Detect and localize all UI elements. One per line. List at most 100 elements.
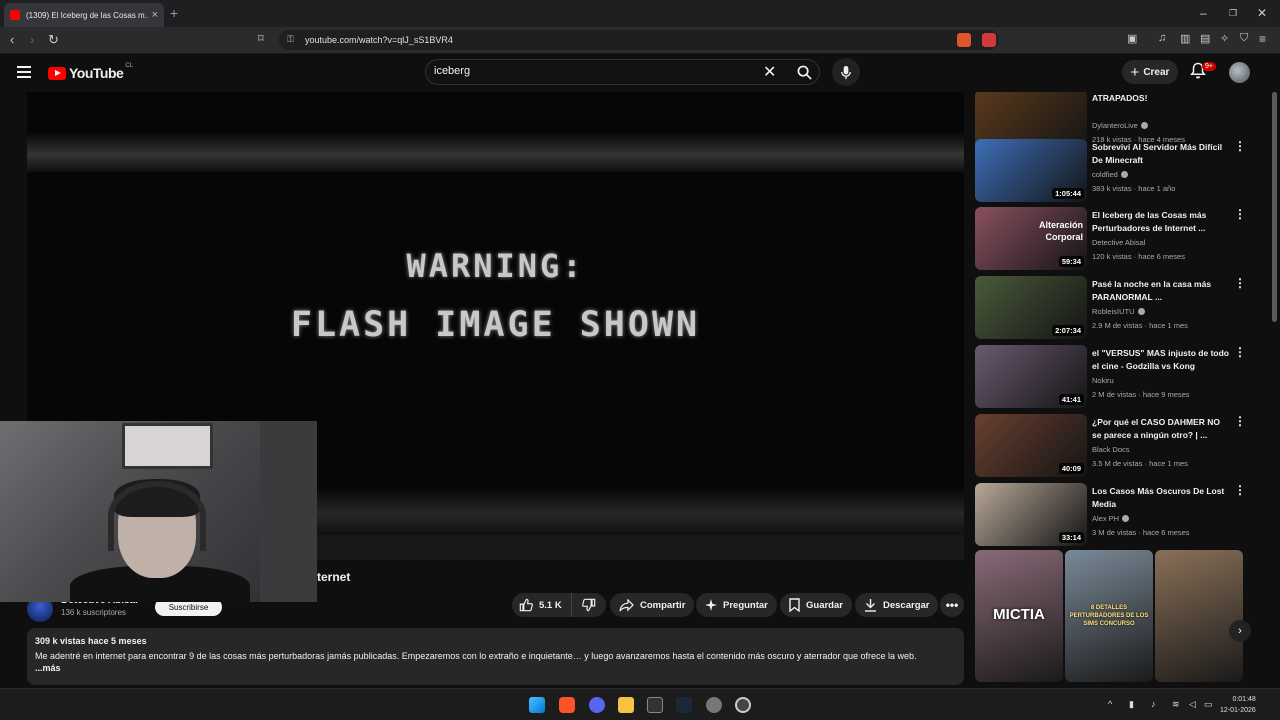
wifi-icon[interactable]: ≋: [1172, 699, 1180, 710]
steam-icon[interactable]: [676, 697, 692, 713]
static-band: [27, 132, 964, 172]
recommended-title[interactable]: El Iceberg de las Cosas más Perturbadore…: [1092, 209, 1230, 235]
leo-icon[interactable]: ✧: [1220, 32, 1229, 45]
search-input[interactable]: [434, 65, 754, 77]
browser-tab[interactable]: (1309) El Iceberg de las Cosas m... ×: [4, 3, 164, 27]
media-icon[interactable]: ♫: [1158, 32, 1166, 44]
recommended-channel[interactable]: Nokiru: [1092, 376, 1114, 385]
recommended-meta: 120 k vistas · hace 6 meses: [1092, 252, 1185, 261]
obs-icon[interactable]: [647, 697, 663, 713]
hamburger-menu-icon[interactable]: [17, 66, 31, 78]
sidebar-icon[interactable]: ▣: [1127, 32, 1137, 45]
recommended-video[interactable]: 40:09 ¿Por qué el CASO DAHMER NO se parec…: [975, 414, 1246, 480]
recommended-channel[interactable]: Alex PH: [1092, 514, 1130, 523]
close-tab-icon[interactable]: ×: [152, 9, 158, 21]
tray-mic-icon[interactable]: ♪: [1151, 699, 1156, 709]
user-avatar[interactable]: [1229, 62, 1250, 83]
subscriber-count: 136 k suscriptores: [61, 608, 126, 617]
recommended-channel[interactable]: Black Docs: [1092, 445, 1130, 454]
save-button[interactable]: Guardar: [780, 593, 852, 617]
more-actions-button[interactable]: •••: [940, 593, 964, 617]
description-box[interactable]: 309 k vistas hace 5 meses Me adentré en …: [27, 628, 964, 685]
recommended-video[interactable]: 33:14 Los Casos Más Oscuros De Lost Media…: [975, 483, 1246, 548]
recommended-title[interactable]: Los Casos Más Oscuros De Lost Media: [1092, 485, 1230, 511]
windows-start-icon[interactable]: [529, 697, 545, 713]
settings-gear-icon[interactable]: [706, 697, 722, 713]
recommended-title[interactable]: ¿Por qué el CASO DAHMER NO se parece a n…: [1092, 416, 1230, 442]
short-thumbnail[interactable]: 8 DETALLES PERTURBADORES DE LOS SIMS CON…: [1065, 550, 1153, 682]
system-clock[interactable]: 0:01:48 12-01-2026: [1220, 694, 1256, 716]
plus-icon: +: [1130, 63, 1140, 81]
app-icon[interactable]: [735, 697, 751, 713]
ask-button[interactable]: Preguntar: [696, 593, 777, 617]
like-button[interactable]: 5.1 K: [512, 593, 572, 617]
brave-shields-icon[interactable]: [957, 33, 971, 47]
youtube-logo[interactable]: YouTube CL: [48, 63, 133, 81]
recommended-channel[interactable]: DylanteroLive: [1092, 121, 1148, 130]
recommended-title[interactable]: Pasé la noche en la casa más PARANORMAL …: [1092, 278, 1230, 304]
short-caption: 8 DETALLES PERTURBADORES DE LOS SIMS CON…: [1069, 605, 1149, 627]
recommended-channel[interactable]: coldfied: [1092, 170, 1128, 179]
site-info-icon[interactable]: ⚿: [287, 34, 294, 45]
file-explorer-icon[interactable]: [618, 697, 634, 713]
share-button[interactable]: Compartir: [610, 593, 695, 617]
search-button[interactable]: [788, 60, 820, 84]
recommended-video[interactable]: 41:41 el "VERSUS" MAS injusto de todo el …: [975, 345, 1246, 411]
short-thumbnail[interactable]: [1155, 550, 1243, 682]
recommended-video[interactable]: 2:07:34 Pasé la noche en la casa más PARA…: [975, 276, 1246, 342]
reload-icon[interactable]: ↻: [48, 32, 59, 48]
more-options-icon[interactable]: ⋮: [1234, 484, 1246, 496]
dislike-button[interactable]: [572, 593, 606, 617]
volume-icon[interactable]: ◁: [1189, 699, 1196, 710]
minimize-icon[interactable]: –: [1200, 6, 1207, 20]
new-tab-icon[interactable]: +: [170, 5, 178, 21]
share-icon: [619, 598, 634, 612]
video-thumbnail[interactable]: 1:05:44: [975, 139, 1087, 202]
address-bar[interactable]: ⚿ youtube.com/watch?v=qlJ_sS1BVR4: [279, 30, 999, 50]
description-more-link[interactable]: ...más: [35, 663, 956, 673]
discord-icon[interactable]: [589, 697, 605, 713]
vpn-icon[interactable]: ⛉: [1240, 32, 1248, 45]
recommended-channel[interactable]: Detective Abisal: [1092, 238, 1145, 247]
more-options-icon[interactable]: ⋮: [1234, 346, 1246, 358]
recommended-channel[interactable]: RobleisIUTU: [1092, 307, 1145, 316]
video-thumbnail[interactable]: Alteración Corporal 59:34: [975, 207, 1087, 270]
back-icon[interactable]: ‹: [10, 32, 14, 47]
more-options-icon[interactable]: ⋮: [1234, 140, 1246, 152]
more-options-icon[interactable]: ⋮: [1234, 277, 1246, 289]
battery-icon[interactable]: ▭: [1204, 699, 1213, 710]
recommended-title[interactable]: Sobreviví Al Servidor Más Difícil De Min…: [1092, 141, 1230, 167]
verified-check-icon: [1120, 171, 1128, 178]
tray-chevron-icon[interactable]: ^: [1108, 699, 1112, 709]
channel-name: Black Docs: [1092, 445, 1130, 454]
bookmark-icon[interactable]: ⌑: [258, 32, 264, 45]
more-options-icon[interactable]: ⋮: [1234, 208, 1246, 220]
download-button[interactable]: Descargar: [855, 593, 939, 617]
create-button[interactable]: + Crear: [1122, 60, 1178, 84]
shorts-next-button[interactable]: ›: [1229, 620, 1251, 642]
forward-icon[interactable]: ›: [30, 32, 34, 47]
short-thumbnail[interactable]: MICTIA: [975, 550, 1063, 682]
tray-app-icon[interactable]: ▮: [1129, 699, 1134, 710]
brave-browser-icon[interactable]: [559, 697, 575, 713]
restore-icon[interactable]: ❐: [1229, 8, 1237, 19]
more-options-icon[interactable]: ⋮: [1234, 415, 1246, 427]
recommended-video[interactable]: 1:05:44 Sobreviví Al Servidor Más Difícil…: [975, 139, 1246, 205]
video-thumbnail[interactable]: 33:14: [975, 483, 1087, 546]
video-thumbnail[interactable]: 2:07:34: [975, 276, 1087, 339]
scrollbar[interactable]: [1272, 92, 1277, 322]
reader-icon[interactable]: ▥: [1180, 32, 1190, 45]
wallet-icon[interactable]: ▤: [1200, 32, 1210, 45]
video-thumbnail[interactable]: 41:41: [975, 345, 1087, 408]
recommended-title[interactable]: ATRAPADOS!: [1092, 92, 1230, 105]
recommended-title[interactable]: el "VERSUS" MAS injusto de todo el cine …: [1092, 347, 1230, 373]
brave-rewards-icon[interactable]: [982, 33, 996, 47]
menu-icon[interactable]: ≡: [1259, 32, 1266, 46]
ask-label: Preguntar: [723, 599, 768, 611]
recommended-video[interactable]: Alteración Corporal 59:34 El Iceberg de la…: [975, 207, 1246, 273]
recommended-meta: 3.5 M de vistas · hace 1 mes: [1092, 459, 1188, 468]
voice-search-button[interactable]: [832, 58, 860, 86]
video-thumbnail[interactable]: 40:09: [975, 414, 1087, 477]
close-window-icon[interactable]: ✕: [1257, 6, 1267, 20]
clear-search-icon[interactable]: ✕: [763, 62, 776, 82]
